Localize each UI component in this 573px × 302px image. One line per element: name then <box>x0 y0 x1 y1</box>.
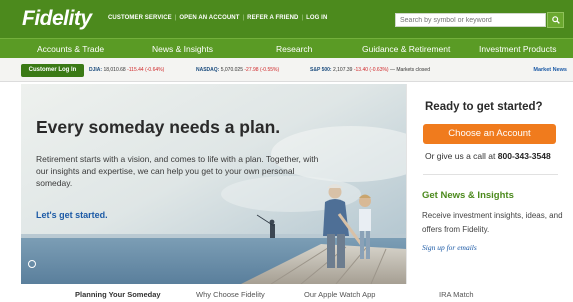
signup-emails-link[interactable]: Sign up for emails <box>422 243 477 252</box>
customer-service-link[interactable]: CUSTOMER SERVICE <box>108 15 172 21</box>
fidelity-logo[interactable]: Fidelity <box>22 7 92 31</box>
news-insights-title: Get News & Insights <box>422 190 514 201</box>
nasdaq-change: -27.98 (-0.55%) <box>244 67 280 73</box>
log-in-link[interactable]: LOG IN <box>306 15 327 21</box>
choose-account-button[interactable]: Choose an Account <box>423 124 556 144</box>
nasdaq-quote[interactable]: NASDAQ: 5,070.025 -27.98 (-0.55%) <box>196 67 279 73</box>
sp500-change: -13.40 (-0.63%) <box>353 67 389 73</box>
search-icon <box>551 16 560 24</box>
link-separator: | <box>174 15 177 21</box>
nav-accounts-trade[interactable]: Accounts & Trade <box>37 44 104 54</box>
djia-quote[interactable]: DJIA: 18,010.68 -115.44 (-0.64%) <box>89 67 164 73</box>
link-separator: | <box>301 15 304 21</box>
get-started-link[interactable]: Let's get started. <box>36 210 108 220</box>
nasdaq-value: 5,070.025 <box>220 67 243 73</box>
refer-friend-link[interactable]: REFER A FRIEND <box>247 15 298 21</box>
call-prefix: Or give us a call at <box>425 151 496 161</box>
hero-headline: Every someday needs a plan. <box>36 117 281 137</box>
tab-ira-match[interactable]: IRA Match <box>439 290 474 299</box>
nav-investment-products[interactable]: Investment Products <box>479 44 556 54</box>
djia-value: 18,010.68 <box>103 67 126 73</box>
hero-body-text: Retirement starts with a vision, and com… <box>36 154 319 188</box>
sp500-label: S&P 500: <box>310 67 332 73</box>
top-header: Fidelity CUSTOMER SERVICE | OPEN AN ACCOUN… <box>0 0 573 38</box>
panel-title: Ready to get started? <box>425 101 543 113</box>
primary-nav: Accounts & Trade News & Insights Researc… <box>0 38 573 58</box>
get-started-panel: Ready to get started? Choose an Account … <box>406 84 573 284</box>
market-status: — Markets closed <box>389 67 430 73</box>
nav-guidance-retirement[interactable]: Guidance & Retirement <box>362 44 450 54</box>
tab-apple-watch-app[interactable]: Our Apple Watch App <box>304 290 375 299</box>
market-news-link[interactable]: Market News <box>533 67 567 73</box>
sp500-quote[interactable]: S&P 500: 2,107.39 -13.40 (-0.63%) — Mark… <box>310 67 430 73</box>
search-button[interactable] <box>547 12 564 28</box>
djia-change: -115.44 (-0.64%) <box>127 67 165 73</box>
tab-why-choose-fidelity[interactable]: Why Choose Fidelity <box>196 290 265 299</box>
djia-label: DJIA: <box>89 67 103 73</box>
nav-news-insights[interactable]: News & Insights <box>152 44 213 54</box>
link-separator: | <box>242 15 245 21</box>
nasdaq-label: NASDAQ: <box>196 67 220 73</box>
news-insights-body: Receive investment insights, ideas, and … <box>422 211 563 234</box>
open-account-link[interactable]: OPEN AN ACCOUNT <box>179 15 239 21</box>
utility-links: CUSTOMER SERVICE | OPEN AN ACCOUNT | REFER A… <box>108 15 327 21</box>
fidelity-home-page: Fidelity CUSTOMER SERVICE | OPEN AN ACCOUN… <box>0 0 573 302</box>
bottom-tabs: Planning Your Someday Why Choose Fidelit… <box>0 284 573 302</box>
tab-planning-your-someday[interactable]: Planning Your Someday <box>75 290 161 299</box>
customer-login-button[interactable]: Customer Log In <box>21 64 84 77</box>
nav-research[interactable]: Research <box>276 44 312 54</box>
panel-divider <box>423 174 558 175</box>
sp500-value: 2,107.39 <box>332 67 353 73</box>
phone-number[interactable]: 800-343-3548 <box>498 151 551 161</box>
market-ticker: Customer Log In DJIA: 18,010.68 -115.44 … <box>0 58 573 82</box>
hero-banner: Every someday needs a plan. Retirement s… <box>21 84 406 284</box>
search-input[interactable] <box>395 13 546 27</box>
call-us-text: Or give us a call at 800-343-3548 <box>425 151 551 161</box>
